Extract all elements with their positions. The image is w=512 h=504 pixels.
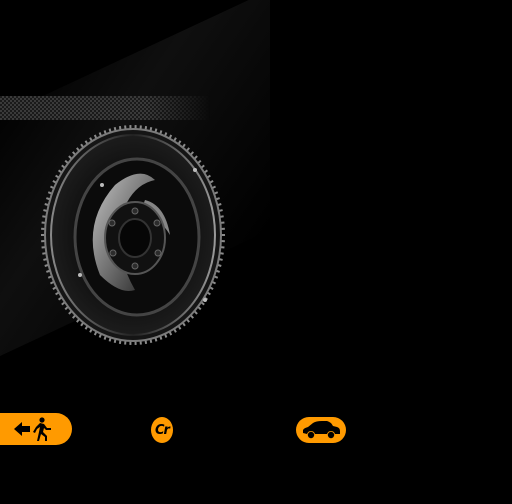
flywheel-gear-image <box>41 125 225 345</box>
credits-button[interactable]: Cr <box>151 417 173 443</box>
game-screen: Cr <box>0 0 512 504</box>
exit-button[interactable] <box>0 413 72 445</box>
exit-door-running-person-icon <box>14 417 51 441</box>
bottom-toolbar: Cr <box>0 410 512 450</box>
car-icon <box>303 421 340 439</box>
car-button[interactable] <box>296 417 346 443</box>
credits-label: Cr <box>155 422 170 438</box>
checkered-strip <box>0 96 210 120</box>
